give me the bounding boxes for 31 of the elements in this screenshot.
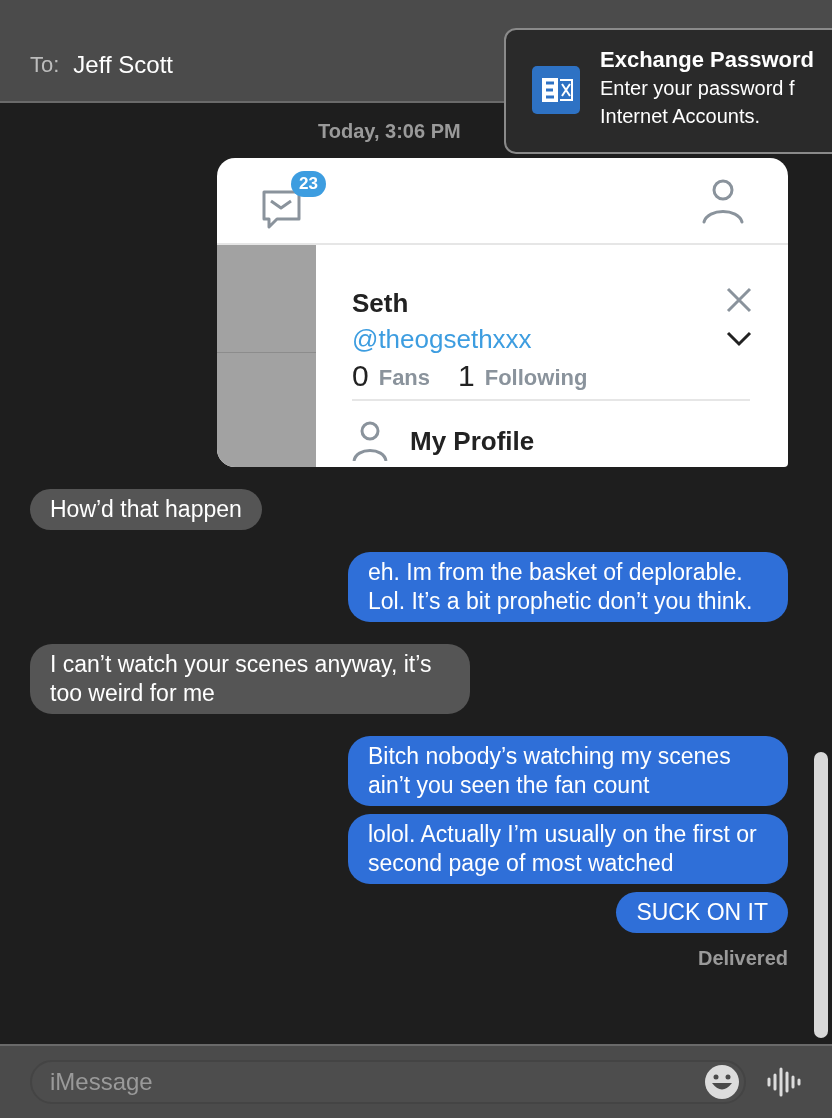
notification-text: Enter your password f — [600, 76, 796, 101]
message-bubble: eh. Im from the basket of deplorable. Lol. It’s a bit prophetic don’t you think. — [348, 552, 788, 622]
stat-count: 0 — [352, 359, 369, 393]
close-icon[interactable] — [726, 287, 752, 313]
message-bubble: How’d that happen — [30, 489, 262, 530]
message-bubble: SUCK ON IT — [616, 892, 788, 933]
notification-badge: 23 — [291, 170, 326, 197]
message-bubble: I can’t watch your scenes anyway, it’s too weird for me — [30, 644, 470, 714]
menu-item[interactable]: My Profile — [410, 425, 535, 457]
audio-icon[interactable] — [766, 1066, 802, 1098]
scrollbar-thumb[interactable] — [814, 752, 828, 1038]
timestamp: Today, 3:06 PM — [318, 119, 461, 144]
stat-label: Following — [484, 364, 588, 392]
message-bubble: lolol. Actually I’m usually on the first or second page of most watched — [348, 814, 788, 884]
delivery-status: Delivered — [697, 946, 788, 971]
exchange-icon — [532, 66, 580, 114]
to-label: To: — [30, 51, 60, 79]
notification-text: Internet Accounts. — [600, 104, 762, 129]
user-icon — [702, 177, 744, 224]
emoji-icon[interactable] — [704, 1064, 740, 1100]
recipient-name[interactable]: Jeff Scott — [73, 46, 173, 83]
user-icon — [352, 421, 388, 461]
message-bubble: Bitch nobody’s watching my scenes ain’t you seen the fan count — [348, 736, 788, 806]
chevron-down-icon[interactable] — [726, 331, 752, 347]
message-input[interactable]: iMessage — [30, 1060, 746, 1104]
notification-title: Exchange Password — [600, 46, 814, 74]
notification-banner[interactable]: Exchange Password Enter your password f Internet Accounts. — [504, 28, 832, 154]
stat-label: Fans — [378, 364, 431, 392]
profile-handle: @theogsethxxx — [352, 323, 532, 355]
stat-count: 1 — [458, 359, 475, 393]
profile-name: Seth — [352, 287, 409, 319]
